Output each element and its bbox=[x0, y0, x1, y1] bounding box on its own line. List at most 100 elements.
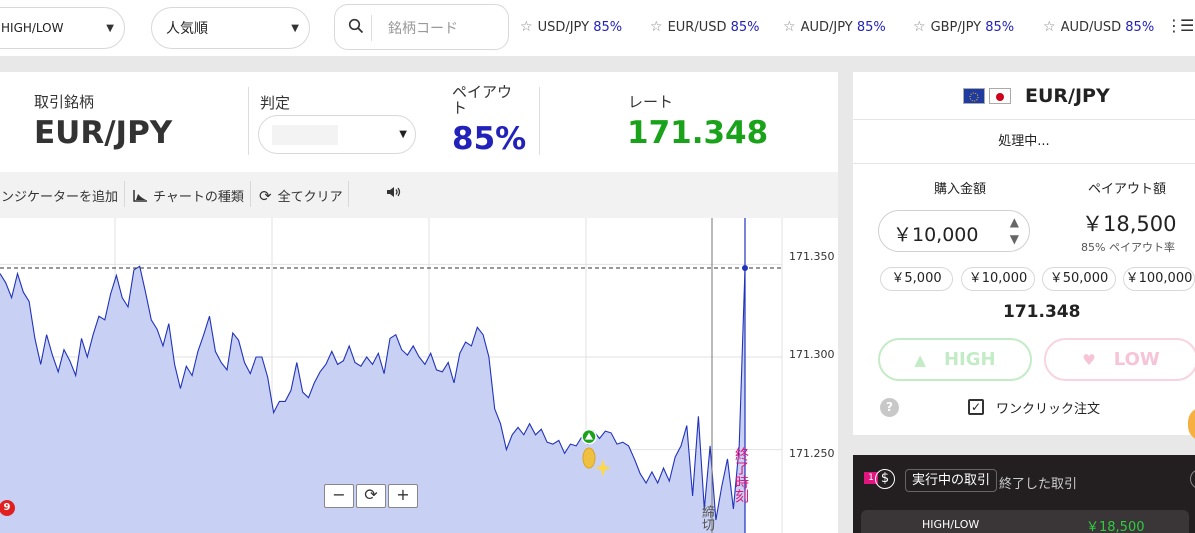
payout-value: 85% bbox=[452, 121, 527, 157]
trading-panel: 取引銘柄 EUR/JPY 判定 ▼ ペイアウト 85% レート 171.348 … bbox=[0, 72, 838, 533]
favorite-eurusd[interactable]: ☆ EUR/USD 85% bbox=[650, 19, 760, 35]
add-indicator-label: インジケーターを追加 bbox=[0, 190, 119, 205]
payout-rate: 85% ペイアウト率 bbox=[1081, 241, 1175, 254]
preset-100000-button[interactable]: ￥100,000 bbox=[1123, 267, 1195, 291]
payout-amount-label: ペイアウト額 bbox=[1088, 182, 1167, 197]
high-button[interactable]: ▲ HIGH bbox=[878, 338, 1032, 381]
chat-bubble-icon[interactable] bbox=[1188, 407, 1195, 441]
chart-type-button[interactable]: チャートの種類 bbox=[133, 186, 244, 205]
sort-value: 人気順 bbox=[166, 21, 208, 37]
fav-pair: GBP/JPY bbox=[930, 20, 982, 35]
zoom-out-button[interactable]: − bbox=[324, 484, 354, 508]
order-panel: EUR/JPY 処理中... 購入金額 ペイアウト額 ￥10,000 ▲ ▼ ￥1… bbox=[853, 72, 1195, 441]
trade-row-amount: ￥18,500 bbox=[1086, 520, 1145, 533]
search-icon bbox=[348, 18, 364, 34]
judge-value-placeholder bbox=[272, 125, 338, 145]
current-rate-dot bbox=[742, 265, 748, 272]
top-bar: HIGH/LOW ▼ 人気順 ▼ 銘柄コード ☆ USD/JPY 85% ☆ EUR… bbox=[0, 0, 1195, 56]
tab-active-trades[interactable]: 実行中の取引 bbox=[905, 469, 998, 492]
symbol-label: 取引銘柄 bbox=[34, 93, 95, 111]
favorite-audjpy[interactable]: ☆ AUD/JPY 85% bbox=[783, 19, 886, 35]
toolbar-divider bbox=[348, 181, 349, 207]
order-pair: EUR/JPY bbox=[1025, 85, 1110, 107]
preset-50000-button[interactable]: ￥50,000 bbox=[1042, 267, 1116, 291]
jp-flag-icon bbox=[989, 88, 1011, 104]
search-input[interactable]: 銘柄コード bbox=[388, 18, 458, 38]
deadline-label: 締切 bbox=[699, 505, 714, 531]
star-icon[interactable]: ☆ bbox=[650, 19, 663, 35]
chart-canvas[interactable] bbox=[0, 218, 838, 533]
trade-row-type: HIGH/LOW bbox=[922, 518, 980, 531]
judge-select[interactable]: ▼ bbox=[258, 115, 416, 154]
zoom-in-button[interactable]: + bbox=[388, 484, 418, 508]
fav-pair: EUR/USD bbox=[667, 20, 727, 35]
one-click-checkbox[interactable]: ✓ bbox=[968, 399, 984, 415]
favorite-audusd[interactable]: ☆ AUD/USD 85% bbox=[1043, 19, 1154, 35]
chart-type-label: チャートの種類 bbox=[153, 190, 244, 205]
eu-flag-icon bbox=[963, 88, 985, 104]
decrease-icon[interactable]: ▼ bbox=[1010, 231, 1019, 248]
heart-icon: ♥ bbox=[1082, 351, 1096, 369]
sort-select[interactable]: 人気順 ▼ bbox=[151, 7, 310, 49]
y-tick: 171.300 bbox=[789, 348, 835, 361]
preset-10000-button[interactable]: ￥10,000 bbox=[961, 267, 1035, 291]
add-indicator-button[interactable]: インジケーターを追加 bbox=[0, 186, 118, 205]
star-icon[interactable]: ☆ bbox=[1043, 19, 1056, 35]
toolbar-divider bbox=[124, 181, 125, 207]
rate-label: レート bbox=[628, 93, 674, 111]
reset-zoom-button[interactable]: ⟳ bbox=[356, 484, 386, 508]
favorite-usdjpy[interactable]: ☆ USD/JPY 85% bbox=[520, 19, 622, 35]
fav-pair: AUD/JPY bbox=[800, 20, 853, 35]
trade-type-value: HIGH/LOW bbox=[1, 21, 64, 35]
sound-toggle[interactable] bbox=[386, 186, 401, 202]
fav-payout: 85% bbox=[593, 20, 623, 35]
y-tick: 171.350 bbox=[789, 250, 835, 263]
amount-label: 購入金額 bbox=[934, 182, 987, 197]
up-arrow-icon: ▲ bbox=[914, 351, 926, 369]
fav-payout: 85% bbox=[1125, 20, 1155, 35]
chart-toolbar: インジケーターを追加 チャートの種類 ⟳ 全てクリア bbox=[0, 172, 838, 218]
trade-type-select[interactable]: HIGH/LOW ▼ bbox=[0, 7, 125, 49]
clear-all-label: 全てクリア bbox=[277, 190, 343, 205]
fav-pair: USD/JPY bbox=[537, 20, 590, 35]
preset-5000-button[interactable]: ￥5,000 bbox=[880, 267, 953, 291]
search-box[interactable]: 銘柄コード bbox=[334, 4, 509, 50]
chevron-down-icon: ▼ bbox=[399, 129, 407, 140]
fav-pair: AUD/USD bbox=[1060, 20, 1122, 35]
help-icon[interactable]: ? bbox=[880, 398, 899, 417]
order-status: 処理中... bbox=[853, 120, 1195, 164]
judge-label: 判定 bbox=[260, 94, 291, 112]
clear-all-button[interactable]: ⟳ 全てクリア bbox=[259, 186, 343, 205]
symbol-value: EUR/JPY bbox=[34, 115, 173, 151]
chevron-down-icon: ▼ bbox=[291, 23, 299, 34]
trades-panel: 1 $ 実行中の取引 終了した取引 HIGH/LOW ￥18,500 bbox=[853, 455, 1195, 533]
amount-input[interactable]: ￥10,000 ▲ ▼ bbox=[878, 210, 1030, 252]
payout-label: ペイアウト bbox=[452, 83, 513, 117]
star-icon[interactable]: ☆ bbox=[520, 19, 533, 35]
low-button[interactable]: ♥ LOW bbox=[1044, 338, 1195, 381]
speaker-icon bbox=[387, 187, 401, 197]
fav-payout: 85% bbox=[985, 20, 1015, 35]
rate-value: 171.348 bbox=[627, 115, 769, 151]
instrument-info: 取引銘柄 EUR/JPY 判定 ▼ ペイアウト 85% レート 171.348 bbox=[0, 72, 838, 172]
amount-stepper[interactable]: ▲ ▼ bbox=[1010, 214, 1019, 248]
expand-button[interactable] bbox=[1190, 469, 1195, 489]
divider bbox=[539, 87, 540, 155]
star-icon[interactable]: ☆ bbox=[783, 19, 796, 35]
fav-payout: 85% bbox=[730, 20, 760, 35]
trade-row[interactable]: HIGH/LOW ￥18,500 bbox=[861, 510, 1189, 533]
one-click-label: ワンクリック注文 bbox=[996, 402, 1101, 417]
order-rate: 171.348 bbox=[1003, 302, 1081, 322]
toolbar-divider bbox=[250, 181, 251, 207]
favorite-gbpjpy[interactable]: ☆ GBP/JPY 85% bbox=[913, 19, 1014, 35]
tab-closed-trades[interactable]: 終了した取引 bbox=[999, 473, 1077, 492]
y-tick: 171.250 bbox=[789, 447, 835, 460]
increase-icon[interactable]: ▲ bbox=[1010, 214, 1019, 231]
expiry-label: 終了時刻 bbox=[733, 447, 749, 503]
price-chart[interactable]: 171.350 171.300 171.250 bbox=[0, 218, 838, 533]
high-label: HIGH bbox=[943, 349, 996, 370]
high-entry-marker[interactable] bbox=[581, 428, 597, 445]
star-icon[interactable]: ☆ bbox=[913, 19, 926, 35]
amount-value: ￥10,000 bbox=[893, 224, 979, 246]
menu-icon[interactable]: ☰ bbox=[1180, 16, 1194, 35]
